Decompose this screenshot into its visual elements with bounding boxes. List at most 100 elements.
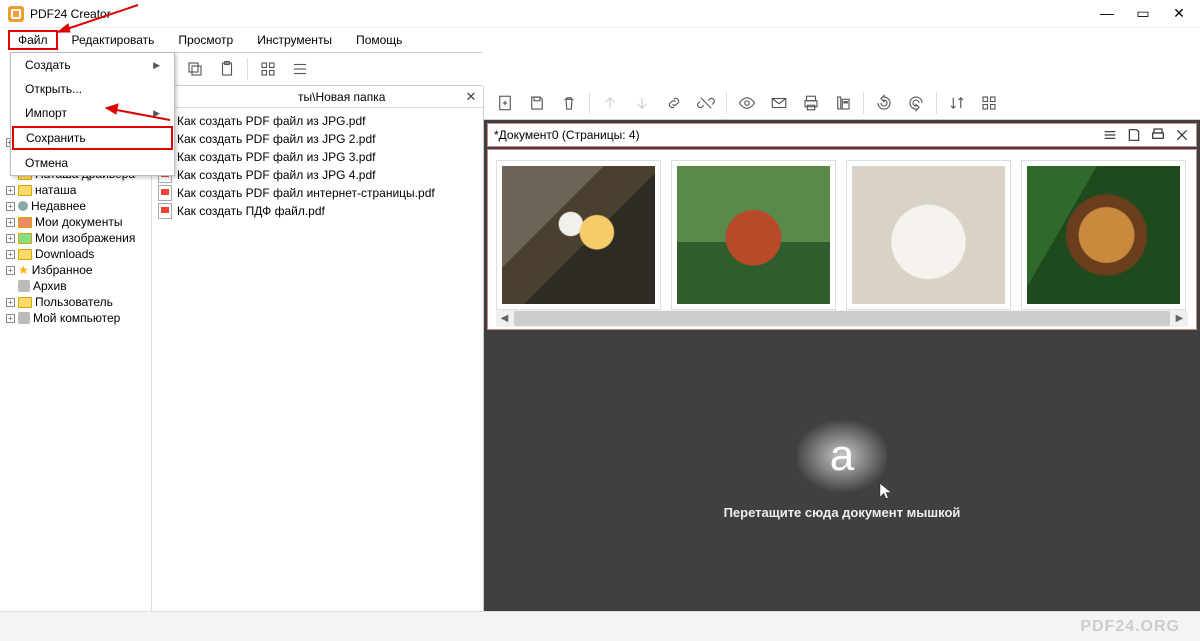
tree-label: Недавнее: [31, 199, 86, 213]
doc-menu-icon[interactable]: [1102, 127, 1118, 143]
tree-item[interactable]: +Мои документы: [0, 214, 151, 230]
list-view-button[interactable]: [285, 55, 315, 83]
folder-icon: [18, 280, 30, 292]
tree-label: Downloads: [35, 247, 94, 261]
title-bar: PDF24 Creator — ▭ ✕: [0, 0, 1200, 28]
expand-icon[interactable]: +: [6, 298, 15, 307]
file-list: Как создать PDF файл из JPG.pdf Как созда…: [152, 108, 483, 224]
file-item[interactable]: Как создать PDF файл из JPG.pdf: [158, 112, 477, 130]
page-thumbnail[interactable]: [496, 160, 661, 310]
page-thumbnail[interactable]: [1021, 160, 1186, 310]
app-icon: [8, 6, 24, 22]
email-button[interactable]: [764, 89, 794, 117]
folder-icon: [18, 201, 28, 211]
tree-label: наташа: [35, 183, 76, 197]
doc-print-icon[interactable]: [1150, 127, 1166, 143]
save-doc-button[interactable]: [522, 89, 552, 117]
file-name: Как создать PDF файл из JPG.pdf: [177, 114, 365, 128]
rotate-left-button[interactable]: [869, 89, 899, 117]
tile-button[interactable]: [974, 89, 1004, 117]
menu-view[interactable]: Просмотр: [168, 30, 243, 50]
tree-item[interactable]: +Мой компьютер: [0, 310, 151, 326]
page-thumbnail[interactable]: [846, 160, 1011, 310]
move-down-button[interactable]: [627, 89, 657, 117]
preview-button[interactable]: [732, 89, 762, 117]
folder-icon: [18, 217, 32, 228]
separator: [726, 92, 727, 114]
file-menu-save[interactable]: Сохранить: [12, 126, 173, 150]
copy-button[interactable]: [180, 55, 210, 83]
tree-item[interactable]: +★Избранное: [0, 262, 151, 278]
annotation-arrow-1: [48, 0, 148, 40]
path-input[interactable]: [294, 88, 457, 106]
tree-item[interactable]: + Пользователь: [0, 294, 151, 310]
folder-icon: [18, 249, 32, 260]
delete-doc-button[interactable]: [554, 89, 584, 117]
file-item[interactable]: Как создать PDF файл интернет-страницы.p…: [158, 184, 477, 202]
thumbnails-scrollbar[interactable]: ◀ ▶: [496, 310, 1188, 327]
document-area: *Документ0 (Страницы: 4) ◀ ▶ a: [484, 120, 1200, 611]
expand-icon[interactable]: +: [6, 218, 15, 227]
folder-icon: [18, 312, 30, 324]
menu-help[interactable]: Помощь: [346, 30, 412, 50]
thumbnails-panel: ◀ ▶: [487, 149, 1197, 330]
doc-close-icon[interactable]: [1174, 127, 1190, 143]
file-item[interactable]: Как создать PDF файл из JPG 2.pdf: [158, 130, 477, 148]
tree-label: Архив: [33, 279, 67, 293]
document-tab[interactable]: *Документ0 (Страницы: 4): [487, 123, 1197, 147]
tree-label: Пользователь: [35, 295, 113, 309]
doc-save-icon[interactable]: [1126, 127, 1142, 143]
tree-item[interactable]: + Downloads: [0, 246, 151, 262]
tree-label: Избранное: [32, 263, 93, 277]
close-window-button[interactable]: ✕: [1170, 5, 1188, 22]
file-item[interactable]: Как создать ПДФ файл.pdf: [158, 202, 477, 220]
expand-icon[interactable]: +: [6, 234, 15, 243]
submenu-chevron-icon: ▶: [153, 60, 160, 71]
thumbnail-image: [502, 166, 655, 304]
rotate-right-button[interactable]: [901, 89, 931, 117]
path-clear-button[interactable]: ✕: [463, 89, 479, 105]
menu-tools[interactable]: Инструменты: [247, 30, 342, 50]
folder-icon: [18, 185, 32, 196]
file-menu-create[interactable]: Создать▶: [11, 53, 174, 77]
drop-zone[interactable]: a Перетащите сюда документ мышкой: [487, 332, 1197, 608]
file-menu-cancel[interactable]: Отмена: [11, 151, 174, 175]
expand-icon[interactable]: +: [6, 314, 15, 323]
tree-item[interactable]: + Недавнее: [0, 198, 151, 214]
print-button[interactable]: [796, 89, 826, 117]
move-up-button[interactable]: [595, 89, 625, 117]
tree-item[interactable]: + наташа: [0, 182, 151, 198]
expand-icon[interactable]: +: [6, 250, 15, 259]
scroll-right-button[interactable]: ▶: [1171, 313, 1188, 324]
drop-glyph-icon: a: [797, 421, 887, 491]
footer-watermark: PDF24.ORG: [0, 611, 1200, 641]
fax-button[interactable]: [828, 89, 858, 117]
tree-item[interactable]: Архив: [0, 278, 151, 294]
page-thumbnail[interactable]: [671, 160, 836, 310]
file-item[interactable]: Как создать PDF файл из JPG 3.pdf: [158, 148, 477, 166]
file-item[interactable]: Как создать PDF файл из JPG 4.pdf: [158, 166, 477, 184]
maximize-button[interactable]: ▭: [1134, 5, 1152, 22]
expand-icon[interactable]: +: [6, 186, 15, 195]
tree-item[interactable]: + Мои изображения: [0, 230, 151, 246]
unlink-button[interactable]: [691, 89, 721, 117]
expand-icon[interactable]: +: [6, 202, 15, 211]
scrollbar-track[interactable]: [514, 311, 1170, 326]
annotation-arrow-2: [98, 96, 178, 126]
thumbnail-image: [677, 166, 830, 304]
document-title: *Документ0 (Страницы: 4): [494, 128, 640, 142]
grid-view-button[interactable]: [253, 55, 283, 83]
pdf-icon: [158, 203, 172, 219]
scroll-left-button[interactable]: ◀: [496, 313, 513, 324]
file-name: Как создать PDF файл из JPG 3.pdf: [177, 150, 375, 164]
new-doc-button[interactable]: [490, 89, 520, 117]
sort-button[interactable]: [942, 89, 972, 117]
file-name: Как создать PDF файл интернет-страницы.p…: [177, 186, 435, 200]
link-button[interactable]: [659, 89, 689, 117]
separator: [589, 92, 590, 114]
tree-label: Мои изображения: [35, 231, 135, 245]
expand-icon[interactable]: +: [6, 266, 15, 275]
file-column: ✕ Как создать PDF файл из JPG.pdfКак соз…: [152, 86, 483, 611]
minimize-button[interactable]: —: [1098, 5, 1116, 22]
paste-button[interactable]: [212, 55, 242, 83]
